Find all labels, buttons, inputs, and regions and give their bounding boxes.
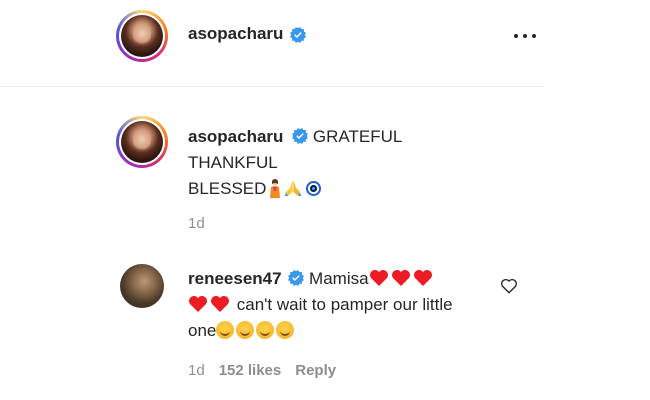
caption-username[interactable]: asopacharu [188,127,283,146]
woman-icon [270,178,281,198]
more-options-icon[interactable] [514,26,536,46]
smiling-face-with-open-hands-icon [236,321,255,339]
evil-eye-icon [306,181,322,196]
like-heart-outline-icon[interactable] [500,277,518,295]
caption-avatar[interactable] [116,116,168,168]
red-heart-icon [413,270,432,286]
smiling-face-with-open-hands-icon [256,321,275,339]
verified-badge-icon [288,270,305,286]
comment-meta: 1d 152 likes Reply [188,362,336,379]
caption-line-3: BLESSED [188,179,267,198]
verified-badge-icon [290,27,306,46]
comment-timestamp[interactable]: 1d [188,362,205,379]
caption-line-1: GRATEFUL [312,127,403,146]
caption-text: asopacharu GRATEFUL THANKFUL BLESSED [188,124,488,202]
red-heart-icon [391,270,410,286]
header-avatar[interactable] [116,10,168,62]
smiling-face-with-open-hands-icon [216,321,235,339]
comment-text: reneesen47 Mamisa can't wait to pamper o… [188,266,478,344]
verified-badge-icon [292,128,309,144]
caption-line-2: THANKFUL [188,153,278,172]
red-heart-icon [211,296,229,312]
post-header: asopacharu [0,0,545,87]
header-username[interactable]: asopacharu [188,24,283,44]
red-heart-icon [189,296,207,312]
smiling-face-with-open-hands-icon [276,321,295,339]
folded-hands-icon [285,180,302,196]
comment-avatar[interactable] [120,264,164,308]
comment-likes-count[interactable]: 152 likes [219,362,282,379]
caption-timestamp[interactable]: 1d [188,215,205,232]
reply-button[interactable]: Reply [295,362,336,379]
instagram-post-panel: asopacharu asopacharu GRATEFUL THANKFUL … [0,0,650,400]
comment-text-start: Mamisa [309,269,369,288]
red-heart-icon [369,270,388,286]
comment-username[interactable]: reneesen47 [188,269,282,288]
